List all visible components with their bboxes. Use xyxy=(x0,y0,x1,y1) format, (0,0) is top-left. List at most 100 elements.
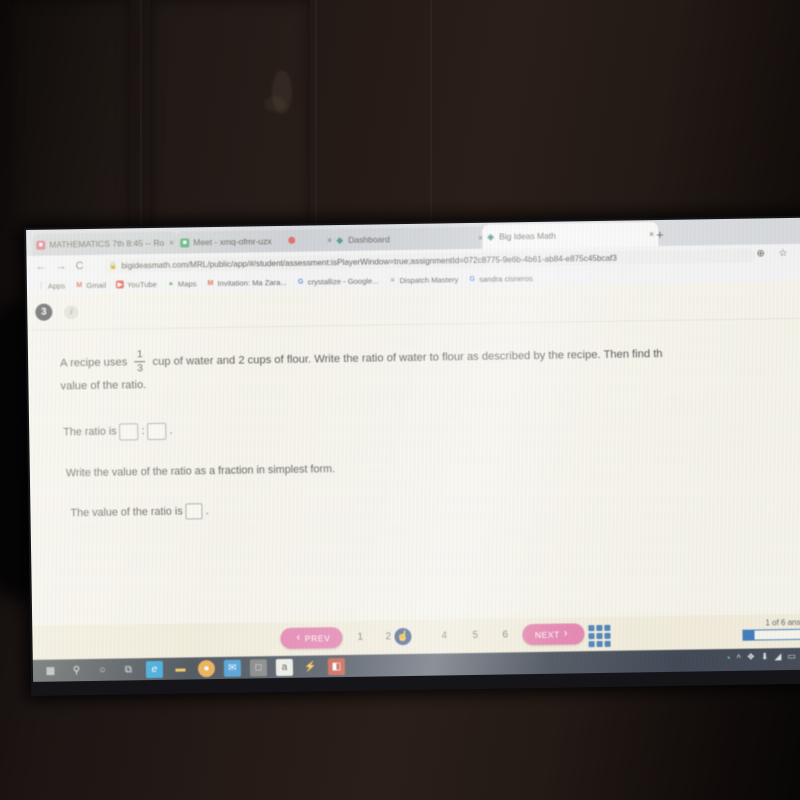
close-icon[interactable]: × xyxy=(649,229,654,239)
grid-dot xyxy=(596,632,603,640)
dropbox-icon[interactable]: ❖ xyxy=(747,652,755,663)
prev-label: PREV xyxy=(304,632,331,644)
header-divider xyxy=(27,317,800,331)
close-icon[interactable]: × xyxy=(169,238,174,248)
reload-button[interactable]: C xyxy=(76,260,84,272)
bookmark-crystallize[interactable]: G crystallize - Google... xyxy=(297,276,379,286)
bookmark-youtube[interactable]: ▶ YouTube xyxy=(115,279,157,289)
next-button[interactable]: NEXT › xyxy=(522,623,585,646)
screen-content: ■ MATHEMATICS 7th 8:45 -- Room × ■ Meet … xyxy=(26,217,800,682)
google-icon: G xyxy=(469,275,476,283)
progress-bar xyxy=(742,628,800,641)
browser-tab[interactable]: ◆ Dashboard × xyxy=(331,226,488,252)
file-explorer-icon[interactable]: ▬ xyxy=(172,660,189,677)
bookmark-gmail[interactable]: M Gmail xyxy=(75,280,106,289)
value-period: . xyxy=(205,504,209,518)
ratio-answer-row: The ratio is : . xyxy=(63,412,800,441)
gmail-icon: M xyxy=(207,279,214,287)
mail-icon[interactable]: ✉ xyxy=(223,659,242,677)
lightning-icon[interactable]: ⚡ xyxy=(302,658,319,675)
microsoft-store-icon[interactable]: □ xyxy=(249,658,268,677)
value-answer-row: The value of the ratio is . xyxy=(70,493,800,521)
bookmark-label: Gmail xyxy=(86,280,107,290)
ratio-input-second[interactable] xyxy=(147,422,167,440)
gmail-icon: M xyxy=(76,281,83,289)
bookmark-star-icon[interactable]: ☆ xyxy=(778,248,787,259)
progress-bar-fill xyxy=(743,630,755,640)
prompt-text-part2: cup of water and 2 cups of flour. Write … xyxy=(152,347,663,368)
zoom-icon[interactable]: ⊕ xyxy=(756,248,765,259)
dashboard-icon: ◆ xyxy=(336,234,344,245)
grid-dot xyxy=(604,624,611,631)
show-hidden-icons-chevron[interactable]: ^ xyxy=(737,652,741,662)
chevron-right-icon: › xyxy=(563,627,569,640)
bookmark-dispatch-mastery[interactable]: ≡ Dispatch Mastery xyxy=(388,275,458,285)
bookmark-label: YouTube xyxy=(126,279,157,289)
bookmark-invitation[interactable]: M Invitation: Ma Zara... xyxy=(206,277,286,287)
ratio-period: . xyxy=(169,425,173,438)
door-panel xyxy=(150,0,310,230)
network-icon[interactable]: ◢ xyxy=(774,651,781,662)
chevron-left-icon: ‹ xyxy=(296,631,301,644)
question-grid-button[interactable] xyxy=(588,624,611,648)
amazon-icon[interactable]: a xyxy=(275,658,294,676)
door-seam xyxy=(140,0,142,245)
tab-label: Dashboard xyxy=(348,234,390,245)
tab-label: MATHEMATICS 7th 8:45 -- Room xyxy=(49,237,165,250)
prompt-text-part1: A recipe uses xyxy=(60,356,128,370)
antivirus-icon[interactable]: ◔ xyxy=(725,652,731,662)
question-header: 3 i xyxy=(35,303,79,321)
browser-tab-active[interactable]: ◆ Big Ideas Math × xyxy=(482,222,659,249)
door-seam xyxy=(315,0,317,235)
lock-icon: 🔒 xyxy=(108,262,118,270)
tab-label: Meet - xmq-ofmr-uzx xyxy=(193,236,272,248)
laptop-screen: ■ MATHEMATICS 7th 8:45 -- Room × ■ Meet … xyxy=(24,215,800,696)
system-tray: ◔ ^ ❖ ⬇ ◢ ▭ ◁ xyxy=(719,651,800,663)
tab-audio-indicator xyxy=(288,236,296,244)
bookmark-label: crystallize - Google... xyxy=(307,275,379,287)
grid-dot xyxy=(588,633,595,640)
info-icon[interactable]: i xyxy=(64,304,79,319)
edge-browser-icon[interactable]: e xyxy=(145,660,164,678)
browser-tab[interactable]: ■ MATHEMATICS 7th 8:45 -- Room × xyxy=(32,231,179,256)
youtube-icon: ▶ xyxy=(115,280,125,289)
bookmark-label: sandra cisneros xyxy=(479,273,533,284)
bookmark-label: Invitation: Ma Zara... xyxy=(217,277,287,288)
page-number-4[interactable]: 4 xyxy=(441,630,447,641)
hand-pointer-icon: ☝ xyxy=(394,627,412,646)
office-icon[interactable]: ◧ xyxy=(327,657,346,675)
fraction-one-third: 1 3 xyxy=(134,348,146,374)
page-number-6[interactable]: 6 xyxy=(502,629,508,640)
browser-tab[interactable]: ■ Meet - xmq-ofmr-uzx × xyxy=(176,229,337,254)
search-icon[interactable]: ⚲ xyxy=(68,662,85,679)
forward-button[interactable]: → xyxy=(56,260,67,272)
usb-device-icon[interactable]: ⬇ xyxy=(761,651,769,662)
cortana-icon[interactable]: ○ xyxy=(94,661,111,678)
new-tab-button[interactable]: + xyxy=(656,227,664,242)
door-panel xyxy=(10,0,130,240)
chrome-browser-icon[interactable]: ● xyxy=(197,659,216,677)
bookmark-apps[interactable]: ⋮ Apps xyxy=(37,281,65,290)
prev-button[interactable]: ‹ PREV xyxy=(280,627,343,650)
back-button[interactable]: ← xyxy=(36,260,47,272)
grid-dot xyxy=(604,632,611,639)
ratio-input-first[interactable] xyxy=(119,423,139,441)
battery-icon[interactable]: ▭ xyxy=(787,651,796,662)
apps-grid-icon: ⋮ xyxy=(37,282,45,290)
page-number-1[interactable]: 1 xyxy=(357,632,363,643)
bookmark-label: Apps xyxy=(47,280,66,291)
value-input[interactable] xyxy=(185,503,203,520)
instruction-text: Write the value of the ratio as a fracti… xyxy=(65,462,336,480)
page-number-5[interactable]: 5 xyxy=(472,630,478,641)
progress-text: 1 of 6 answ xyxy=(765,617,800,628)
start-button[interactable]: ▦ xyxy=(42,662,59,679)
page-number-2[interactable]: 2 xyxy=(385,631,391,642)
tab-label: Big Ideas Math xyxy=(499,230,556,242)
grid-dot xyxy=(596,640,603,648)
bookmark-maps[interactable]: ● Maps xyxy=(167,279,197,288)
bookmark-label: Maps xyxy=(177,278,197,289)
grid-dot xyxy=(596,624,603,632)
bookmark-sandra-cisneros[interactable]: G sandra cisneros xyxy=(468,273,533,284)
task-view-icon[interactable]: ⧉ xyxy=(120,661,137,678)
bookmark-label: Dispatch Mastery xyxy=(399,274,459,285)
